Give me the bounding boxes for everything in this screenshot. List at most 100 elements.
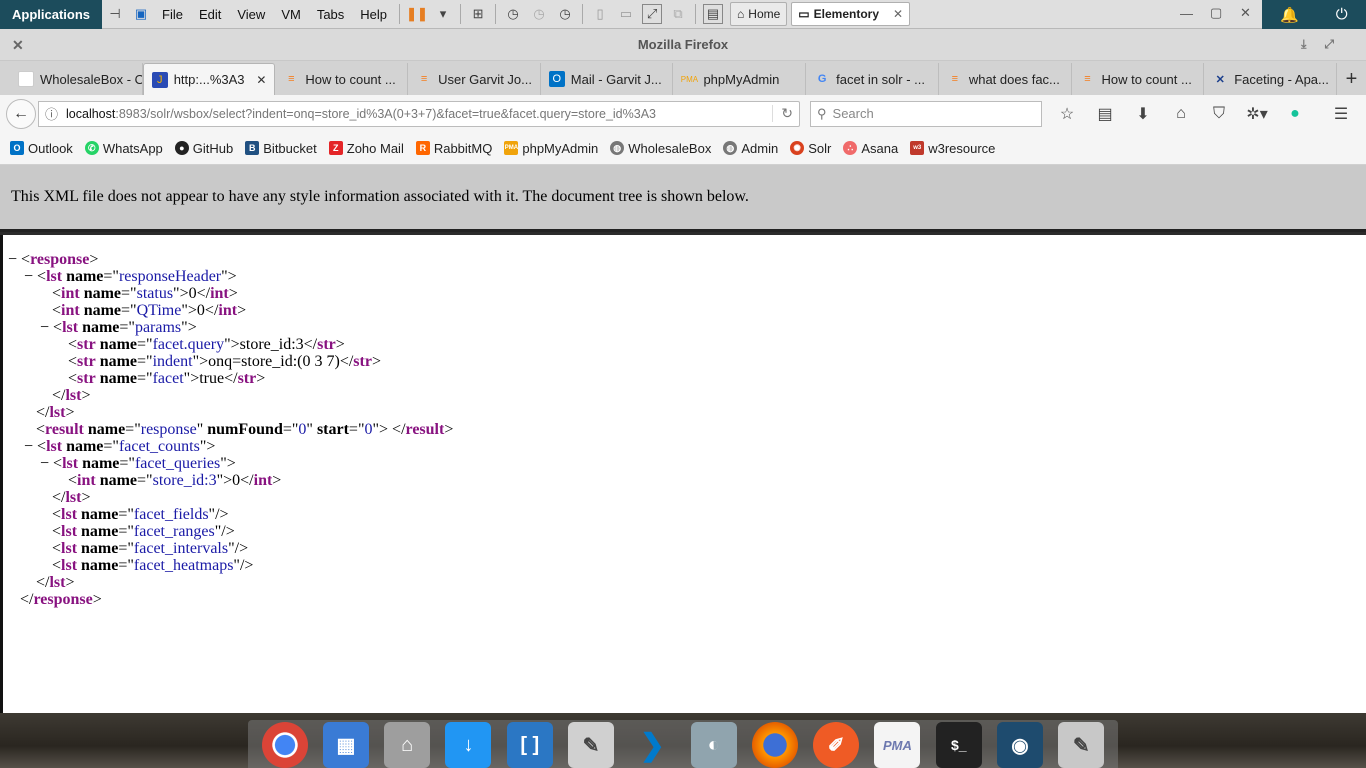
reload-icon[interactable]: ↻	[772, 105, 793, 122]
menu-tabs[interactable]: Tabs	[309, 7, 352, 22]
text-editor-icon[interactable]: ✎	[568, 722, 615, 768]
bookmark-item[interactable]: ∴ Asana	[843, 141, 898, 156]
xml-line: <str name="facet">true</str>	[68, 370, 266, 387]
notes-icon[interactable]: ✎	[1058, 722, 1105, 768]
xml-tag: str	[317, 336, 336, 353]
browser-tab-active[interactable]: Jhttp:...%3A3 ✕	[142, 63, 276, 95]
vm-elementory-tab[interactable]: ▭ Elementory ✕	[791, 2, 911, 26]
notification-bell-icon[interactable]: 🔔	[1280, 6, 1299, 24]
browser-tab[interactable]: ≡ How to count ...	[275, 63, 409, 95]
bookmark-item[interactable]: ✺ Solr	[790, 141, 831, 156]
chrome-icon[interactable]	[261, 722, 308, 768]
vm-home-tab[interactable]: ⌂ Home	[730, 2, 788, 26]
xml-attr-value: facet.query	[152, 336, 225, 353]
menu-edit[interactable]: Edit	[191, 7, 229, 22]
xml-text: true	[199, 370, 225, 387]
grammarly-icon[interactable]: ●	[1276, 99, 1314, 129]
snapshot-icon[interactable]: ◷	[503, 4, 523, 24]
sidebar-toggle-icon[interactable]: ▯	[590, 4, 610, 24]
tab-close-icon[interactable]: ✕	[256, 73, 266, 87]
brackets-icon[interactable]: [ ]	[506, 722, 553, 768]
bookmark-item[interactable]: ◍ Admin	[723, 141, 778, 156]
postman-icon[interactable]: ✐	[813, 722, 860, 768]
bookmark-item[interactable]: O Outlook	[10, 141, 73, 156]
screen: Applications ⊣ ▣ File Edit View VM Tabs …	[0, 0, 1366, 768]
bookmark-item[interactable]: R RabbitMQ	[415, 141, 492, 156]
collapse-toggle[interactable]: −	[24, 268, 37, 285]
toggle-icon[interactable]: ◐	[690, 722, 737, 768]
browser-tab[interactable]: ≡ what does fac...	[939, 63, 1072, 95]
network-icon[interactable]: ⊞	[468, 4, 488, 24]
power-icon[interactable]: ⏻	[1336, 6, 1348, 23]
outlook-icon: O	[548, 71, 565, 87]
xml-line: <int name="QTime">0</int>	[52, 302, 247, 319]
bookmark-item[interactable]: PMA phpMyAdmin	[504, 141, 598, 156]
vm-icon[interactable]: ▣	[131, 4, 151, 24]
pin-icon[interactable]: ⊣	[105, 4, 125, 24]
menu-file[interactable]: File	[154, 7, 191, 22]
xml-attr-value: QTime	[136, 302, 182, 319]
close-window-icon[interactable]: ✕	[1240, 5, 1251, 21]
browser-tab[interactable]: Gfacet in solr - ...	[806, 63, 939, 95]
applications-menu[interactable]: Applications	[0, 0, 102, 29]
vscode-icon[interactable]: ❯	[629, 722, 675, 768]
browser-tab[interactable]: O Mail - Garvit J...	[541, 63, 674, 95]
bookmark-item[interactable]: Z Zoho Mail	[328, 141, 404, 156]
pocket-icon[interactable]: ⛉	[1200, 99, 1238, 129]
unity-icon[interactable]: ⧉	[668, 4, 688, 24]
home-icon[interactable]: ⌂	[1162, 99, 1200, 129]
mysql-workbench-icon[interactable]: ◉	[997, 722, 1044, 768]
menu-view[interactable]: View	[229, 7, 273, 22]
thumbnail-icon[interactable]: ▭	[616, 4, 636, 24]
github-icon: ●	[174, 141, 189, 155]
maximize-icon[interactable]: ▢	[1210, 5, 1222, 21]
window-controls[interactable]: ⤓⤢	[1301, 37, 1352, 52]
phpmyadmin-icon[interactable]: PMA	[874, 722, 921, 768]
bookmark-item[interactable]: w3 w3resource	[910, 141, 995, 156]
search-input[interactable]: ⚲ Search	[810, 100, 1042, 127]
back-button[interactable]: ←	[6, 98, 36, 129]
url-bar[interactable]: ⓘ localhost:8983/solr/wsbox/select?inden…	[38, 100, 800, 127]
xml-attr: name	[81, 540, 119, 557]
collapse-toggle[interactable]: −	[8, 251, 21, 268]
close-icon[interactable]: ✕	[893, 7, 903, 21]
browser-tab[interactable]: PMA phpMyAdmin	[673, 63, 807, 95]
menu-vm[interactable]: VM	[273, 7, 309, 22]
pause-icon[interactable]: ❚❚	[406, 4, 428, 24]
dropdown-icon[interactable]: ▾	[433, 4, 453, 24]
browser-tab[interactable]: ✕ Faceting - Apa...	[1204, 63, 1337, 95]
browser-tab[interactable]: WholesaleBox - O...	[10, 63, 143, 95]
xml-attr: name	[82, 455, 120, 472]
bookmark-item[interactable]: ● GitHub	[174, 141, 233, 156]
manage-snapshots-icon[interactable]: ◷	[555, 4, 575, 24]
reading-list-icon[interactable]: ▤	[1086, 99, 1124, 129]
library-icon[interactable]: ▤	[703, 4, 724, 24]
minimize-icon[interactable]: —	[1180, 6, 1193, 21]
hamburger-menu-icon[interactable]: ☰	[1322, 99, 1360, 129]
files-icon[interactable]: ⌂	[384, 722, 431, 768]
workspace-icon[interactable]: ▦	[322, 722, 369, 768]
downloads-icon[interactable]: ↓	[445, 722, 492, 768]
terminal-icon[interactable]: $_	[935, 722, 982, 768]
collapse-toggle[interactable]: −	[24, 438, 37, 455]
new-tab-button[interactable]: +	[1337, 63, 1366, 95]
bookmark-item[interactable]: ◍ WholesaleBox	[610, 141, 711, 156]
collapse-toggle[interactable]: −	[40, 319, 53, 336]
close-icon[interactable]: ✕	[12, 37, 24, 54]
bookmark-star-icon[interactable]: ☆	[1048, 99, 1086, 129]
firefox-icon[interactable]	[751, 722, 798, 768]
revert-snapshot-icon[interactable]: ◷	[529, 4, 549, 24]
extension-icon[interactable]: ✲▾	[1238, 99, 1276, 129]
bookmark-item[interactable]: ✆ WhatsApp	[84, 141, 163, 156]
browser-tab[interactable]: ≡ How to count ...	[1072, 63, 1205, 95]
browser-tab[interactable]: ≡ User Garvit Jo...	[408, 63, 541, 95]
collapse-toggle[interactable]: −	[40, 455, 53, 472]
downloads-icon[interactable]: ⬇	[1124, 99, 1162, 129]
xml-attr: name	[66, 268, 104, 285]
stackoverflow-icon: ≡	[1084, 73, 1091, 85]
fullscreen-icon[interactable]: ⤢	[642, 4, 663, 24]
xml-line: − <lst name="facet_counts">	[24, 438, 216, 455]
menu-help[interactable]: Help	[352, 7, 395, 22]
bookmark-item[interactable]: B Bitbucket	[245, 141, 317, 156]
info-icon[interactable]: ⓘ	[45, 104, 58, 123]
